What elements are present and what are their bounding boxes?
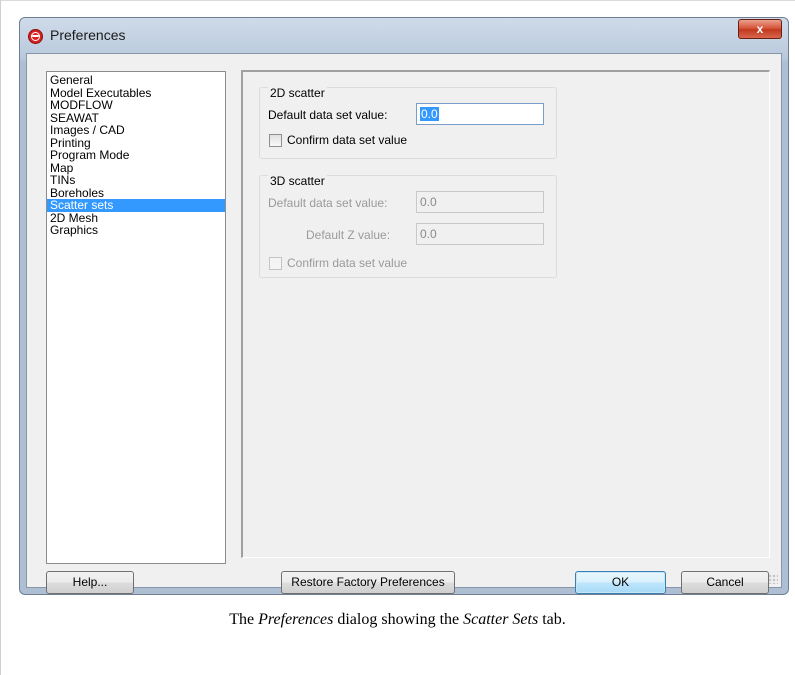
caption-middle: dialog showing the xyxy=(333,611,464,628)
category-item-tins[interactable]: TINs xyxy=(47,174,225,187)
category-item-program-mode[interactable]: Program Mode xyxy=(47,149,225,162)
dialog-title: Preferences xyxy=(50,27,126,43)
2d-confirm-label[interactable]: Confirm data set value xyxy=(287,133,407,147)
caption-suffix: tab. xyxy=(538,611,566,628)
category-item-general[interactable]: General xyxy=(47,74,225,87)
2d-default-value-input[interactable]: 0.0 xyxy=(416,103,544,125)
figure-caption: The Preferences dialog showing the Scatt… xyxy=(0,611,795,629)
resize-grip-icon[interactable] xyxy=(768,574,778,584)
2d-default-value-label: Default data set value: xyxy=(268,108,388,122)
3d-default-value-input[interactable]: 0.0 xyxy=(416,191,544,213)
3d-scatter-group-title: 3D scatter xyxy=(268,174,327,188)
title-bar[interactable]: Preferences x xyxy=(20,18,788,52)
category-item-modflow[interactable]: MODFLOW xyxy=(47,99,225,112)
frame-border-left xyxy=(0,0,1,675)
3d-default-z-label: Default Z value: xyxy=(306,228,391,242)
3d-confirm-label[interactable]: Confirm data set value xyxy=(287,256,407,270)
2d-scatter-group: 2D scatter Default data set value: 0.0 C… xyxy=(259,86,557,159)
3d-default-z-input[interactable]: 0.0 xyxy=(416,223,544,245)
frame-border-top xyxy=(0,0,795,1)
category-item-images-cad[interactable]: Images / CAD xyxy=(47,124,225,137)
app-logo-icon xyxy=(28,29,43,44)
2d-confirm-checkbox[interactable] xyxy=(269,134,282,147)
caption-dialog-name: Preferences xyxy=(258,611,334,628)
2d-scatter-group-title: 2D scatter xyxy=(268,86,327,100)
preferences-category-list[interactable]: General Model Executables MODFLOW SEAWAT… xyxy=(46,71,226,564)
ok-button[interactable]: OK xyxy=(575,571,666,594)
restore-factory-preferences-button[interactable]: Restore Factory Preferences xyxy=(281,571,455,594)
caption-tab-name: Scatter Sets xyxy=(463,611,539,628)
2d-default-value-text: 0.0 xyxy=(420,107,439,121)
dialog-client-area: General Model Executables MODFLOW SEAWAT… xyxy=(26,53,782,594)
preferences-dialog: Preferences x General Model Executables … xyxy=(19,17,789,595)
close-button[interactable]: x xyxy=(738,19,782,39)
3d-default-value-label: Default data set value: xyxy=(268,196,388,210)
category-item-scatter-sets[interactable]: Scatter sets xyxy=(47,199,225,212)
category-item-graphics[interactable]: Graphics xyxy=(47,224,225,237)
caption-prefix: The xyxy=(229,611,259,628)
cancel-button[interactable]: Cancel xyxy=(681,571,769,594)
3d-scatter-group: 3D scatter Default data set value: 0.0 D… xyxy=(259,174,557,278)
help-button[interactable]: Help... xyxy=(46,571,134,594)
3d-confirm-checkbox[interactable] xyxy=(269,257,282,270)
scatter-sets-panel: 2D scatter Default data set value: 0.0 C… xyxy=(241,70,770,558)
